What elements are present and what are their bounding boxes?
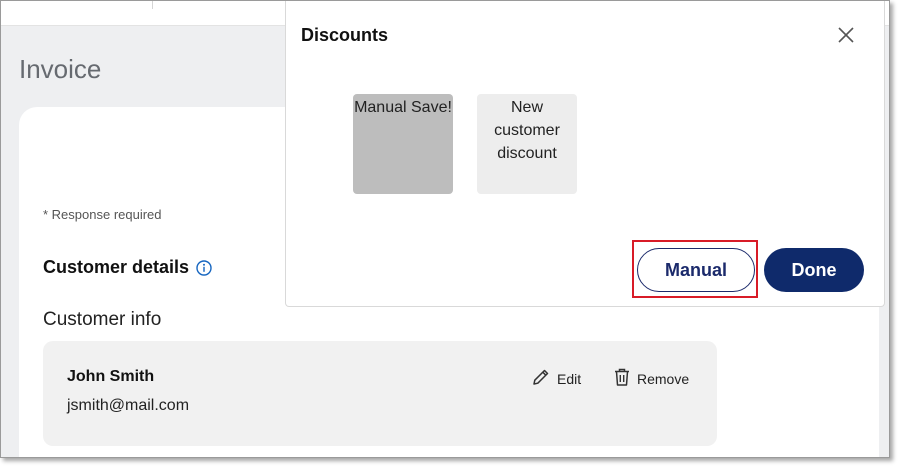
customer-details-label: Customer details bbox=[43, 257, 190, 277]
remove-label: Remove bbox=[637, 370, 690, 387]
top-bar-divider bbox=[152, 1, 153, 9]
trash-icon bbox=[613, 367, 631, 390]
manual-button[interactable]: Manual bbox=[637, 248, 755, 292]
customer-details-heading: Customer details bbox=[43, 257, 212, 278]
response-required-note: * Response required bbox=[43, 207, 162, 222]
info-icon[interactable] bbox=[196, 259, 212, 276]
page-title: Invoice bbox=[19, 54, 102, 84]
customer-name: John Smith bbox=[67, 368, 155, 385]
edit-label: Edit bbox=[557, 370, 582, 387]
discount-option-manual-save[interactable]: Manual Save! bbox=[353, 94, 453, 194]
customer-info-heading: Customer info bbox=[43, 309, 162, 330]
discount-option-new-customer[interactable]: New customer discount bbox=[477, 94, 577, 194]
remove-button[interactable]: Remove bbox=[613, 367, 689, 390]
edit-button[interactable]: Edit bbox=[531, 367, 581, 390]
customer-info-card: John Smith jsmith@mail.com Edit Remove bbox=[43, 341, 717, 446]
close-icon[interactable] bbox=[834, 23, 858, 47]
discounts-modal: Discounts Manual Save! New customer disc… bbox=[285, 1, 885, 307]
pencil-icon bbox=[531, 367, 551, 390]
done-button[interactable]: Done bbox=[764, 248, 864, 292]
customer-email: jsmith@mail.com bbox=[67, 397, 190, 414]
app-window: Invoice * Response required Customer det… bbox=[0, 0, 890, 458]
modal-title: Discounts bbox=[301, 25, 389, 45]
